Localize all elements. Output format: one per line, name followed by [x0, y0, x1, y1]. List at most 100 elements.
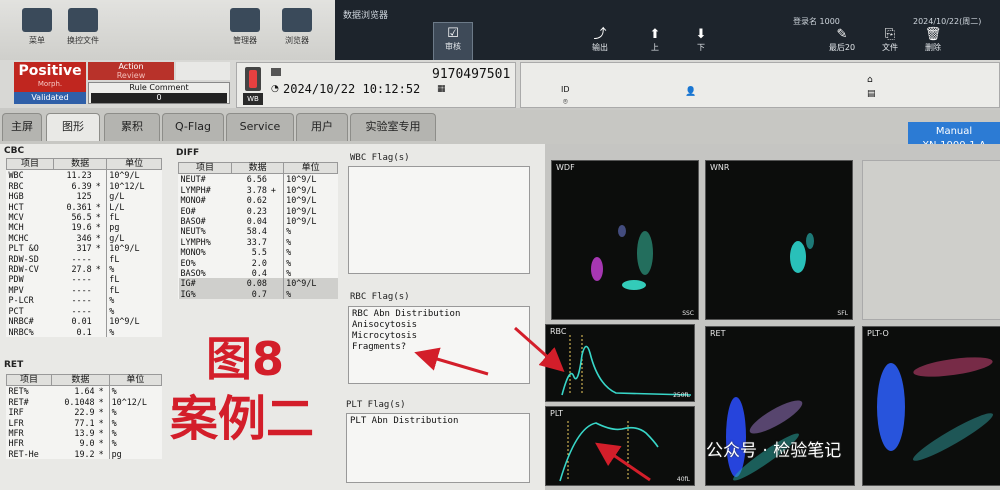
toolbar-icon	[282, 8, 312, 32]
param-unit: 10^12/L	[108, 396, 162, 408]
result-badge: Positive Morph.	[14, 62, 86, 92]
toolbar-button[interactable]: 菜单	[14, 8, 60, 46]
action-badge[interactable]: Action Review	[88, 62, 174, 80]
param-name: EO%	[180, 257, 196, 268]
column-header: 单位	[283, 161, 338, 175]
param-value: 317	[76, 243, 92, 254]
param-unit: %	[108, 407, 162, 418]
param-value: 33.7	[246, 236, 267, 247]
column-header: 项目	[177, 161, 233, 175]
param-flag	[94, 316, 107, 326]
param-name: NRBC#	[8, 316, 34, 327]
tab[interactable]: 实验室专用	[350, 113, 436, 141]
param-unit: %	[283, 268, 338, 279]
param-flag: *	[95, 232, 101, 243]
nav-button[interactable]: ⬇ 下	[681, 28, 721, 53]
param-value: 13.9	[74, 428, 95, 439]
login-label: 登录名 1000	[793, 17, 840, 26]
param-value: 0.04	[246, 216, 267, 227]
table-row: PDW ---- fL	[7, 274, 162, 285]
rbc-flag-title: RBC Flag(s)	[350, 292, 410, 302]
param-value: 5.5	[251, 247, 267, 258]
param-value: 3.78	[246, 184, 267, 195]
param-flag	[269, 195, 284, 205]
param-flag	[94, 254, 107, 264]
param-value: 58.4	[246, 226, 267, 237]
table-row: PLT &O 317 * 10^9/L	[7, 243, 162, 254]
param-flag: *	[95, 212, 101, 223]
tube-icon	[245, 67, 261, 91]
param-value: 346	[76, 232, 92, 243]
param-unit: %	[108, 438, 162, 449]
table-row: RDW-CV 27.8 *%	[7, 264, 162, 275]
param-flag: *	[98, 438, 104, 449]
tab[interactable]: 图形	[46, 113, 100, 141]
validate-button[interactable]: ☑ 审核	[433, 22, 473, 62]
nav-icon: ⬆	[649, 27, 661, 42]
tab[interactable]: Service	[226, 113, 294, 141]
wdf-label: WDF	[556, 163, 575, 172]
param-flag	[94, 191, 107, 201]
clock-icon: ◔	[271, 84, 279, 94]
browser-title: 数据浏览器	[343, 11, 389, 21]
tab[interactable]: 累积	[104, 113, 160, 141]
param-value: 27.8	[71, 264, 92, 275]
param-unit: %	[108, 385, 162, 397]
param-value: ----	[71, 284, 92, 295]
param-value: 125	[76, 191, 92, 202]
param-unit: fL	[106, 284, 162, 296]
nav-button[interactable]: 🗑 删除	[913, 28, 953, 53]
param-unit: fL	[106, 212, 162, 223]
wnr-dots	[790, 233, 814, 273]
param-flag: *	[98, 417, 104, 428]
wnr-label: WNR	[710, 163, 730, 172]
table-row: MPV ---- fL	[7, 284, 162, 296]
fragments-arrow	[414, 347, 489, 376]
cbc-table: 项目 数据 单位 WBC 11.23 10^9/L RBC 6.39 * 10^12/L HGB 12…	[5, 157, 162, 337]
ret-title: RET	[4, 360, 24, 370]
param-unit: %	[108, 428, 162, 439]
param-name: IRF	[8, 407, 24, 418]
param-unit: 10^9/L	[283, 173, 338, 185]
column-header: 项目	[5, 157, 55, 171]
param-name: BASO#	[180, 216, 206, 227]
param-unit: %	[283, 288, 338, 300]
param-name: PCT	[8, 305, 24, 316]
toolbar-button[interactable]: 换控文件	[60, 8, 106, 46]
validated-badge: Validated	[14, 92, 86, 104]
tab[interactable]: 用户	[296, 113, 348, 141]
toolbar-button[interactable]: 管理器	[222, 8, 268, 46]
param-name: EO#	[180, 205, 196, 216]
column-header: 数据	[231, 161, 285, 175]
plt-histogram-arrow	[595, 442, 651, 482]
nav-icon: 🗑	[924, 27, 942, 42]
table-row: NEUT# 6.56 10^9/L	[179, 173, 338, 185]
param-value: 0.01	[71, 316, 92, 327]
tab[interactable]: 主屏	[2, 113, 42, 141]
table-row: LYMPH% 33.7%	[179, 236, 338, 248]
param-unit: 10^9/L	[106, 169, 162, 181]
column-header: 单位	[106, 157, 162, 171]
tab[interactable]: Q-Flag	[162, 113, 224, 141]
toolbar-button[interactable]: 浏览器	[274, 8, 320, 46]
table-row: BASO# 0.04 10^9/L	[179, 216, 338, 227]
param-value: ----	[71, 305, 92, 316]
table-row: LYMPH# 3.78 +10^9/L	[179, 184, 338, 196]
table-row: NEUT% 58.4%	[179, 226, 338, 237]
param-unit: 10^9/L	[283, 195, 338, 206]
data-browser-toolbar: 数据浏览器 登录名 1000 2024/10/22(周二) ☑ 审核 ⤴ 输出 ⬆ 上 ⬇…	[335, 0, 1000, 62]
param-name: BASO%	[180, 268, 206, 279]
param-name: IG#	[178, 278, 232, 289]
diff-table: 项目 数据 单位 NEUT# 6.56 10^9/L LYMPH# 3.78 +10^9/L MO…	[177, 161, 338, 300]
date-label: 2024/10/22(周二)	[913, 17, 982, 26]
nav-icon: ⤴	[593, 27, 607, 42]
param-flag: *	[95, 222, 101, 233]
param-name: PLT &O	[8, 243, 39, 254]
param-unit: 10^9/L	[283, 184, 338, 196]
param-name: HCT	[8, 201, 24, 212]
nav-button[interactable]: ⬆ 上	[635, 28, 675, 53]
nav-button[interactable]: ⎘ 文件	[870, 28, 910, 53]
nav-button[interactable]: ⤴ 输出	[580, 28, 620, 53]
toolbar-icon	[230, 8, 260, 32]
nav-button[interactable]: ✎ 最后20	[822, 28, 862, 53]
